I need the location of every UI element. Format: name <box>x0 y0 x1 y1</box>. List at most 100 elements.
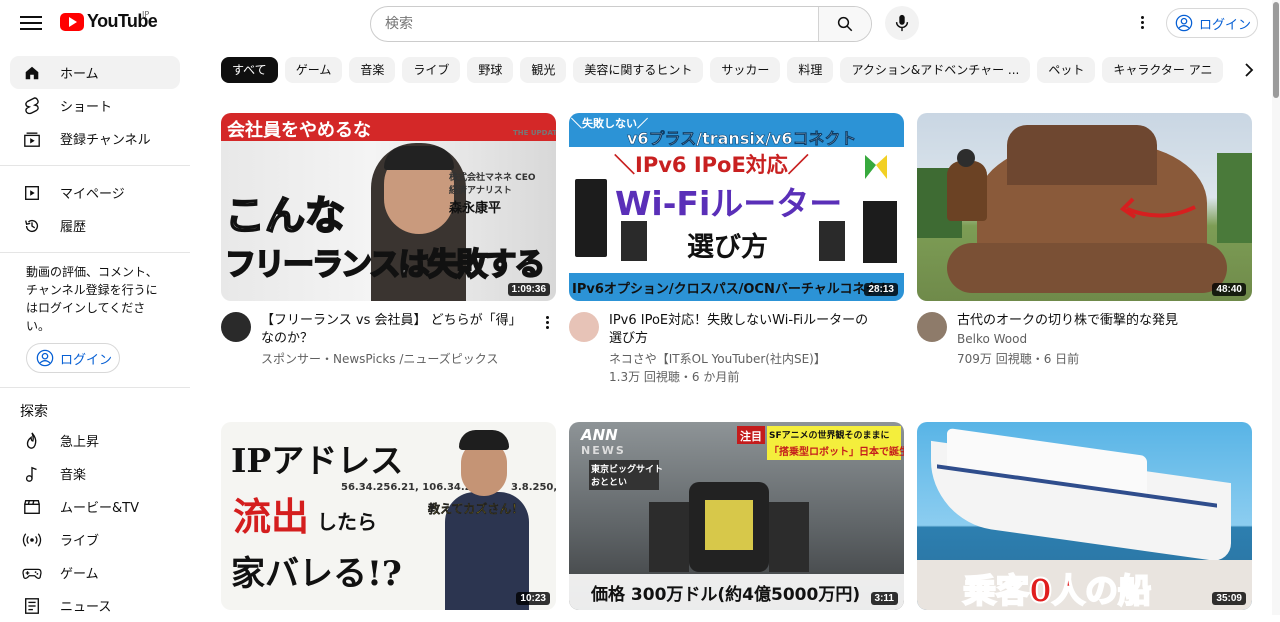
thumbnail-text: Wi-Fiルーター <box>615 184 843 223</box>
thumbnail-text: 東京ビッグサイト <box>591 465 664 475</box>
search-button[interactable] <box>818 7 871 41</box>
history-icon <box>22 216 42 236</box>
sidebar-divider <box>0 165 190 166</box>
chip-cooking[interactable]: 料理 <box>787 57 834 83</box>
sidebar-item-gaming[interactable]: ゲーム <box>10 556 180 589</box>
chips-next-button[interactable] <box>1238 59 1260 81</box>
sidebar-item-home[interactable]: ホーム <box>10 56 180 89</box>
video-title[interactable]: 【フリーランス vs 会社員】 どちらが「得」なのか？ <box>261 312 529 348</box>
thumbnail-text: フリーランスは失敗する <box>224 246 546 284</box>
thumbnail-text: こんな <box>224 192 346 240</box>
voice-search-button[interactable] <box>885 6 919 40</box>
video-card[interactable]: 乗客0人の船 35:09 <box>917 422 1252 610</box>
menu-icon[interactable] <box>20 12 42 32</box>
chip-beauty-tips[interactable]: 美容に関するヒント <box>573 57 704 83</box>
sidebar-item-label: 音楽 <box>60 468 87 483</box>
thumbnail-text: 教えてカズさん！ <box>428 502 524 516</box>
thumbnail-text: 会社員をやめるな <box>227 120 371 141</box>
channel-name[interactable]: Belko Wood <box>957 332 1027 346</box>
thumbnail-text: IPv6オプション/クロスパス/OCNバーチャルコネクト <box>572 282 892 297</box>
sidebar-item-label: 登録チャンネル <box>60 133 151 148</box>
video-thumbnail[interactable]: ＼失敗しない／ v6プラス/transix/v6コネクト ＼IPv6 IPoE対… <box>569 113 904 301</box>
chip-pets[interactable]: ペット <box>1037 57 1096 83</box>
youtube-logo-icon <box>60 12 84 31</box>
account-icon <box>1175 14 1193 32</box>
login-button[interactable]: ログイン <box>1166 8 1258 38</box>
settings-menu-icon[interactable] <box>1136 14 1148 32</box>
channel-avatar[interactable] <box>221 312 251 342</box>
music-icon <box>22 464 42 484</box>
sidebar-item-subscriptions[interactable]: 登録チャンネル <box>10 122 180 155</box>
video-card[interactable]: 会社員をやめるな THE UPDATE 株式会社マネネ CEO 経済アナリスト … <box>221 113 556 372</box>
movie-icon <box>22 497 42 517</box>
chip-live[interactable]: ライブ <box>402 57 461 83</box>
chip-gaming[interactable]: ゲーム <box>284 57 343 83</box>
chip-action-adventure[interactable]: アクション&アドベンチャー ... <box>840 57 1031 83</box>
video-card[interactable]: IPアドレス 56.34.256.21, 106.34.25 3.8.250, … <box>221 422 556 610</box>
video-thumbnail[interactable]: 会社員をやめるな THE UPDATE 株式会社マネネ CEO 経済アナリスト … <box>221 113 556 301</box>
sidebar-item-music[interactable]: 音楽 <box>10 457 180 490</box>
logo-region: JP <box>142 10 150 19</box>
thumbnail-text: おととい <box>591 478 628 488</box>
channel-name[interactable]: スポンサー・NewsPicks /ニューズピックス <box>261 350 498 367</box>
red-arrow-icon <box>1119 197 1196 219</box>
thumbnail-text: 乗客0人の船 <box>962 570 1152 610</box>
thumbnail-text: ＼IPv6 IPoE対応／ <box>614 153 809 177</box>
search-input[interactable] <box>371 7 817 41</box>
thumbnail-text: SFアニメの世界観そのままに <box>769 431 890 441</box>
video-stats: 1.3万 回視聴・6 か月前 <box>609 370 740 384</box>
video-meta: 古代のオークの切り株で衝撃的な発見 Belko Wood 709万 回視聴・6 … <box>917 312 1252 372</box>
video-thumbnail[interactable]: ANN NEWS 東京ビッグサイト おととい 注目 SFアニメの世界観そのままに… <box>569 422 904 610</box>
video-menu-icon[interactable] <box>542 314 552 330</box>
thumbnail-text: 家バレる!? <box>231 554 402 594</box>
sidebar-item-my-page[interactable]: マイページ <box>10 176 180 209</box>
video-card[interactable]: ＼失敗しない／ v6プラス/transix/v6コネクト ＼IPv6 IPoE対… <box>569 113 904 384</box>
channel-avatar[interactable] <box>917 312 947 342</box>
channel-avatar[interactable] <box>569 312 599 342</box>
signin-note: 動画の評価、コメント、チャンネル登録を行うにはログインしてください。 <box>26 265 158 333</box>
sidebar-item-label: ショート <box>60 100 113 115</box>
sidebar-item-label: ホーム <box>60 67 99 82</box>
sidebar-divider <box>0 252 190 253</box>
video-card[interactable]: ANN NEWS 東京ビッグサイト おととい 注目 SFアニメの世界観そのままに… <box>569 422 904 610</box>
thumbnail-text: THE UPDATE <box>513 129 556 137</box>
video-title[interactable]: IPv6 IPoE対応！失敗しないWi-Fiルーターの選び方 <box>609 312 877 348</box>
video-thumbnail[interactable]: 乗客0人の船 35:09 <box>917 422 1252 610</box>
chevron-right-icon <box>1245 63 1254 77</box>
live-icon <box>22 530 42 550</box>
video-title[interactable]: 古代のオークの切り株で衝撃的な発見 <box>957 312 1225 330</box>
chip-baseball[interactable]: 野球 <box>467 57 514 83</box>
channel-name[interactable]: ネコさや【IT系OL YouTuber(社内SE)】 <box>609 350 826 367</box>
thumbnail-text: 森永康平 <box>449 201 502 216</box>
page-scrollbar[interactable] <box>1272 0 1280 615</box>
explore-heading: 探索 <box>20 404 48 420</box>
login-label: ログイン <box>1199 17 1252 33</box>
sidebar-item-label: マイページ <box>60 187 125 202</box>
video-card[interactable]: 48:40 古代のオークの切り株で衝撃的な発見 Belko Wood 709万 … <box>917 113 1252 372</box>
thumbnail-text: 56.34.256.21, 106.34.25 <box>341 482 479 493</box>
video-duration: 3:11 <box>870 592 898 605</box>
sidebar-item-label: ニュース <box>60 600 112 615</box>
sidebar-item-trending[interactable]: 急上昇 <box>10 424 180 457</box>
account-icon <box>36 349 54 367</box>
chip-tourism[interactable]: 観光 <box>520 57 567 83</box>
sidebar-item-shorts[interactable]: ショート <box>10 89 180 122</box>
thumbnail-text: 3.8.250, 1 <box>511 482 556 493</box>
sidebar-item-news[interactable]: ニュース <box>10 589 180 622</box>
chip-all[interactable]: すべて <box>221 57 278 83</box>
video-thumbnail[interactable]: IPアドレス 56.34.256.21, 106.34.25 3.8.250, … <box>221 422 556 610</box>
chip-soccer[interactable]: サッカー <box>710 57 781 83</box>
sidebar-item-movies[interactable]: ムービー&TV <box>10 490 180 523</box>
thumbnail-text: IPアドレス <box>231 441 404 480</box>
sidebar-item-history[interactable]: 履歴 <box>10 209 180 242</box>
scrollbar-thumb[interactable] <box>1273 2 1279 98</box>
news-icon <box>22 596 42 616</box>
search-icon <box>837 16 853 32</box>
video-thumbnail[interactable]: 48:40 <box>917 113 1252 301</box>
chip-character-anime[interactable]: キャラクター アニ <box>1102 57 1224 83</box>
thumbnail-text: 株式会社マネネ CEO <box>449 173 536 183</box>
sidebar-login-button[interactable]: ログイン <box>26 343 120 373</box>
chip-music[interactable]: 音楽 <box>349 57 396 83</box>
youtube-logo[interactable]: YouTube JP <box>60 10 158 32</box>
sidebar-item-live[interactable]: ライブ <box>10 523 180 556</box>
